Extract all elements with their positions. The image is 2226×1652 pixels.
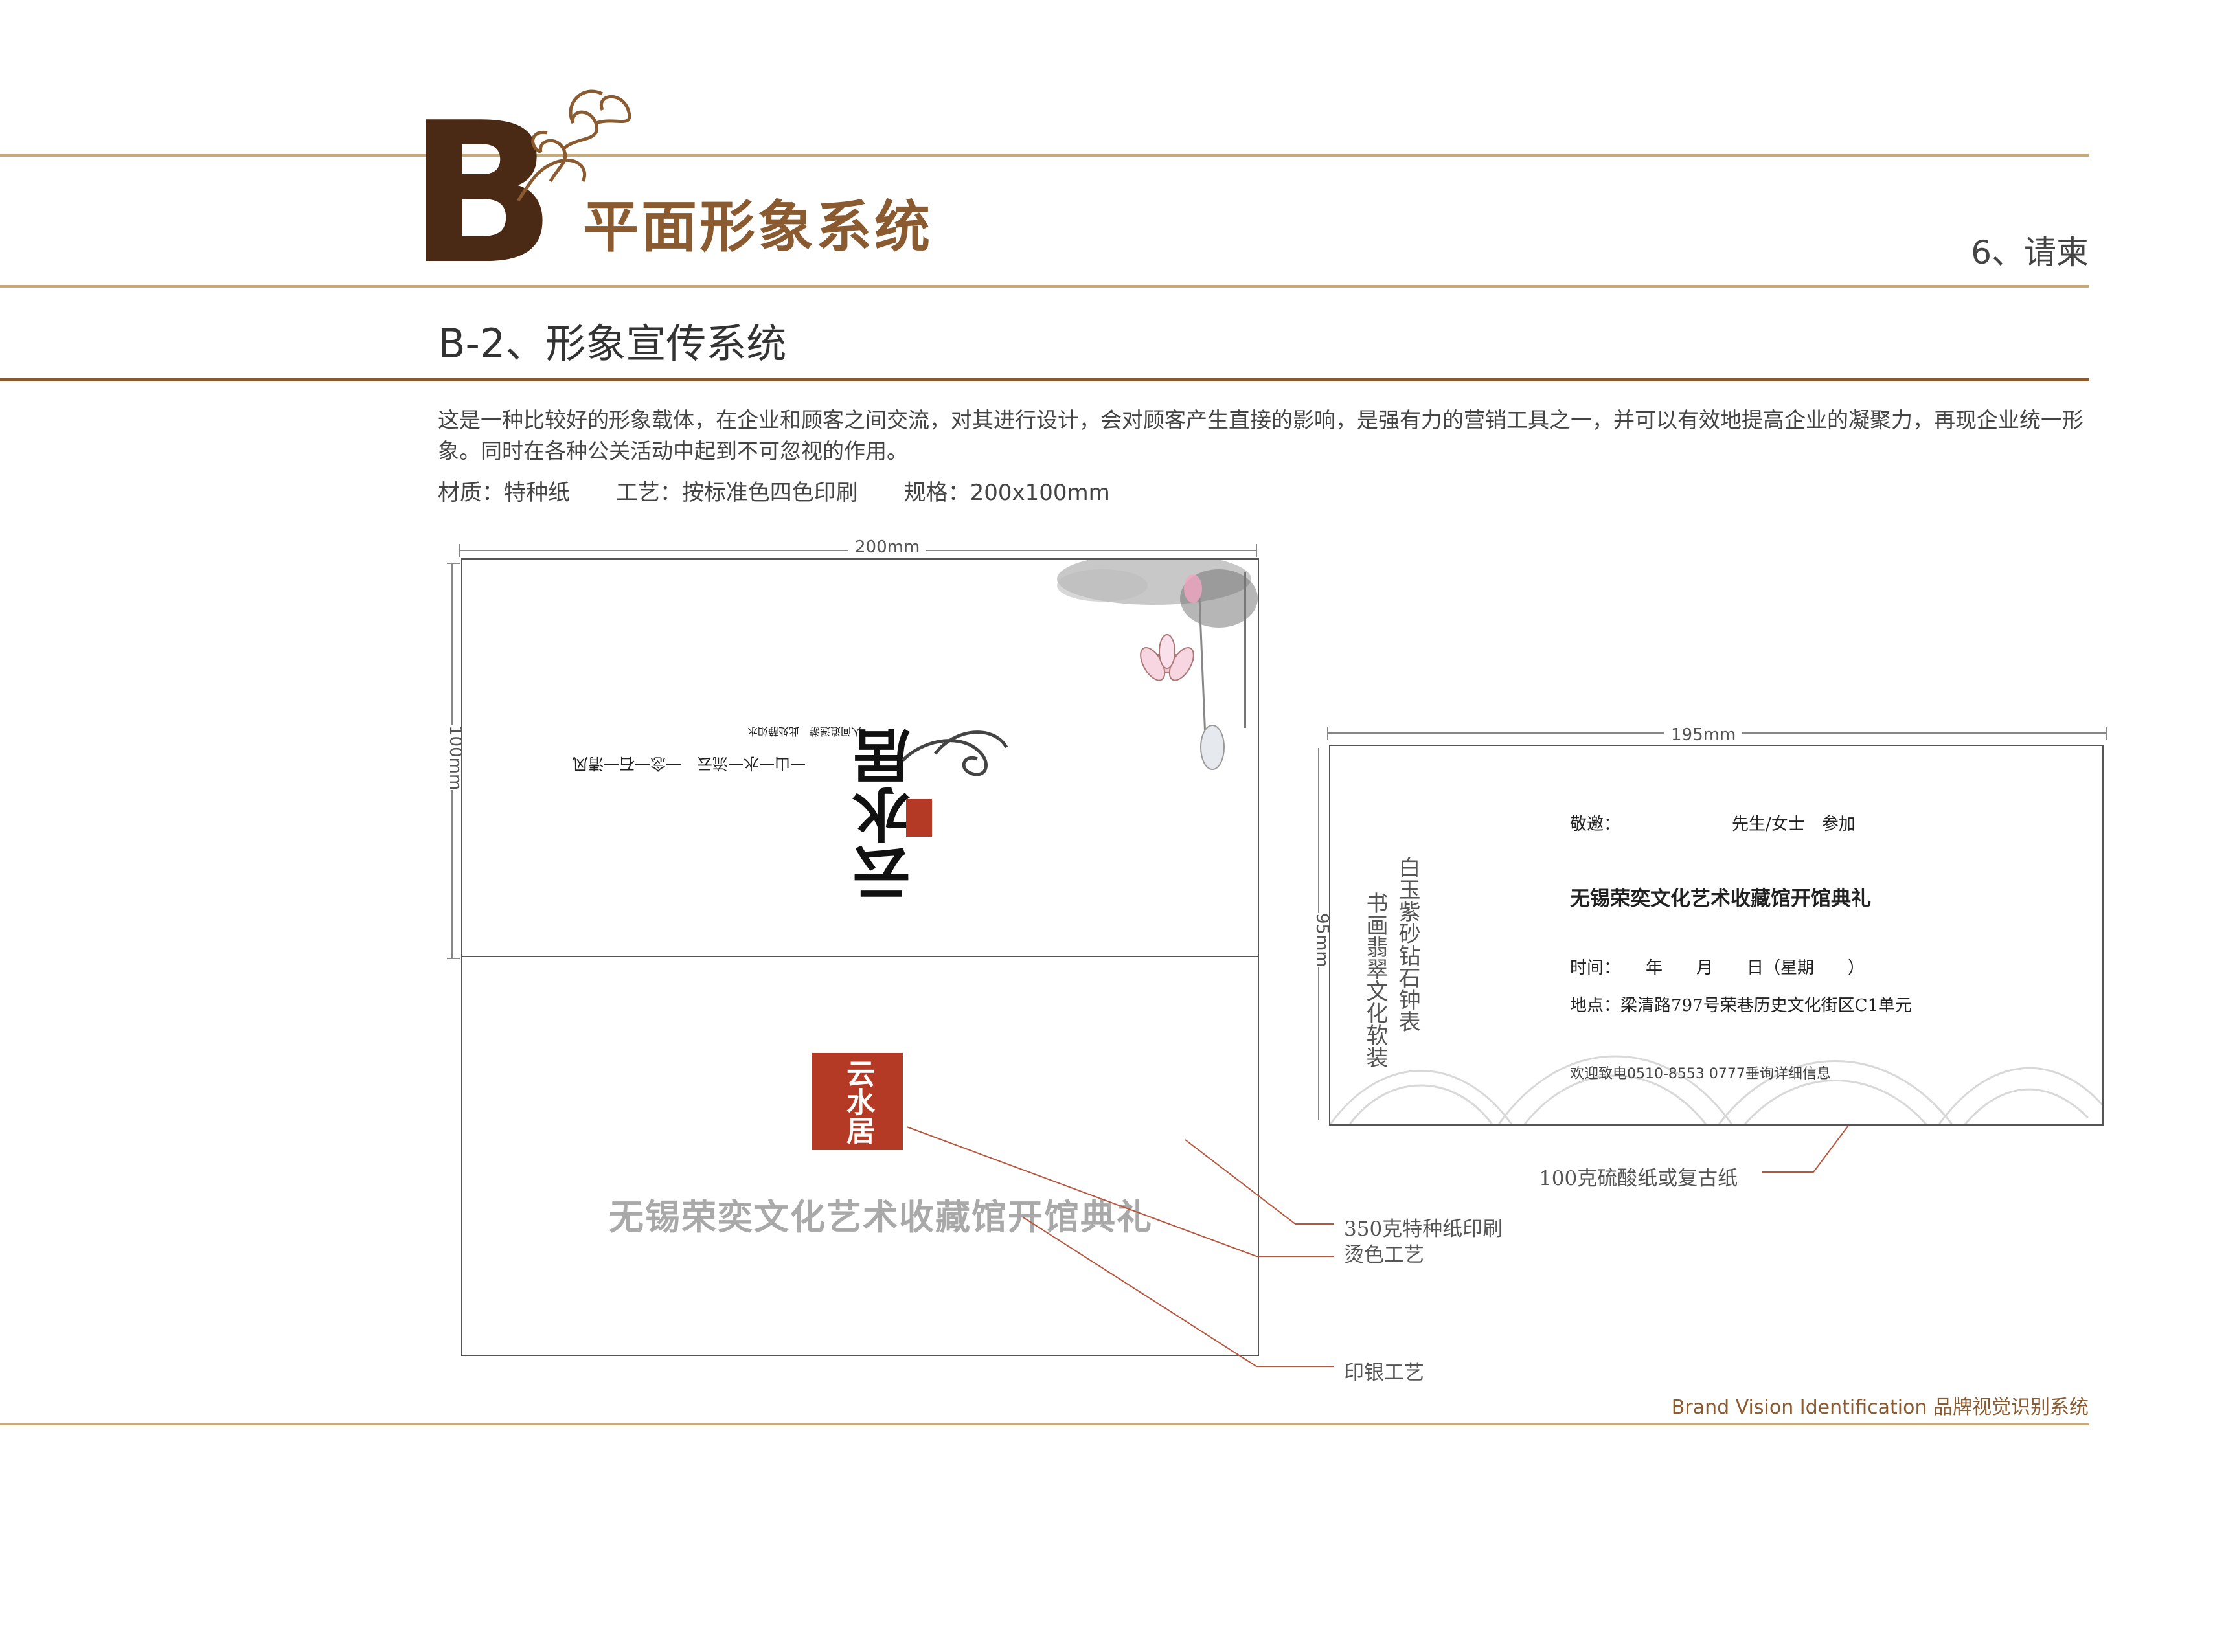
envelope-width-label: 200mm <box>848 537 927 557</box>
invitation-card: 白玉紫砂钻石钟表 书画翡翠文化软装 敬邀： 先生/女士 参加 无锡荣奕文化艺术收… <box>1329 745 2104 1126</box>
header-bottom-rule <box>0 285 2089 288</box>
envelope-tagline-2: 人间逍遥游 此处静如水 <box>747 725 862 738</box>
description-text: 这是一种比较好的形象载体，在企业和顾客之间交流，对其进行设计，会对顾客产生直接的… <box>438 407 2084 464</box>
card-contact-line: 欢迎致电0510-8553 0777垂询详细信息 <box>1570 1066 1831 1082</box>
spec-material: 材质：特种纸 <box>438 480 570 506</box>
page-item-label: 6、请柬 <box>1971 234 2089 271</box>
envelope-tagline-1: 一山一水一流云 一念一石一清风 <box>573 754 806 773</box>
card-side-column-2: 书画翡翠文化软装 <box>1362 892 1388 1068</box>
subtitle-rule <box>0 378 2089 381</box>
card-place-line: 地点：梁清路797号荣巷历史文化街区C1单元 <box>1570 996 1913 1015</box>
card-time-line: 时间： 年 月 日（星期 ） <box>1570 958 1865 978</box>
envelope-small-seal <box>906 799 932 837</box>
lotus-painting <box>1057 560 1258 770</box>
spec-size: 规格：200x100mm <box>903 480 1110 506</box>
subsection-title: B-2、形象宣传系统 <box>438 320 787 367</box>
callout-envelope-paper: 350克特种纸印刷 <box>1344 1217 1503 1241</box>
header-top-rule <box>0 154 2089 157</box>
card-invite-label: 敬邀： <box>1570 815 1621 834</box>
footer-rule <box>0 1423 2089 1425</box>
envelope-front: 云水居 一山一水一流云 一念一石一清风 人间逍遥游 此处静如水 <box>461 558 1259 958</box>
card-event-title: 无锡荣奕文化艺术收藏馆开馆典礼 <box>1570 887 1871 911</box>
card-side-column-1: 白玉紫砂钻石钟表 <box>1394 856 1420 1032</box>
spec-process: 工艺：按标准色四色印刷 <box>615 480 858 506</box>
section-title: 平面形象系统 <box>583 194 933 260</box>
envelope-seal: 云水居 <box>812 1053 903 1150</box>
card-width-label: 195mm <box>1664 725 1743 745</box>
cloud-swirl-icon <box>902 730 1008 776</box>
callout-silver: 印银工艺 <box>1344 1361 1424 1385</box>
callout-foil: 烫色工艺 <box>1344 1243 1424 1267</box>
spec-line: 材质：特种纸 工艺：按标准色四色印刷 规格：200x100mm <box>438 475 1149 506</box>
footer-brand-text: Brand Vision Identification 品牌视觉识别系统 <box>1671 1396 2089 1419</box>
card-guest-line: 先生/女士 参加 <box>1732 815 1856 834</box>
callout-card-paper: 100克硫酸纸或复古纸 <box>1539 1167 1738 1190</box>
